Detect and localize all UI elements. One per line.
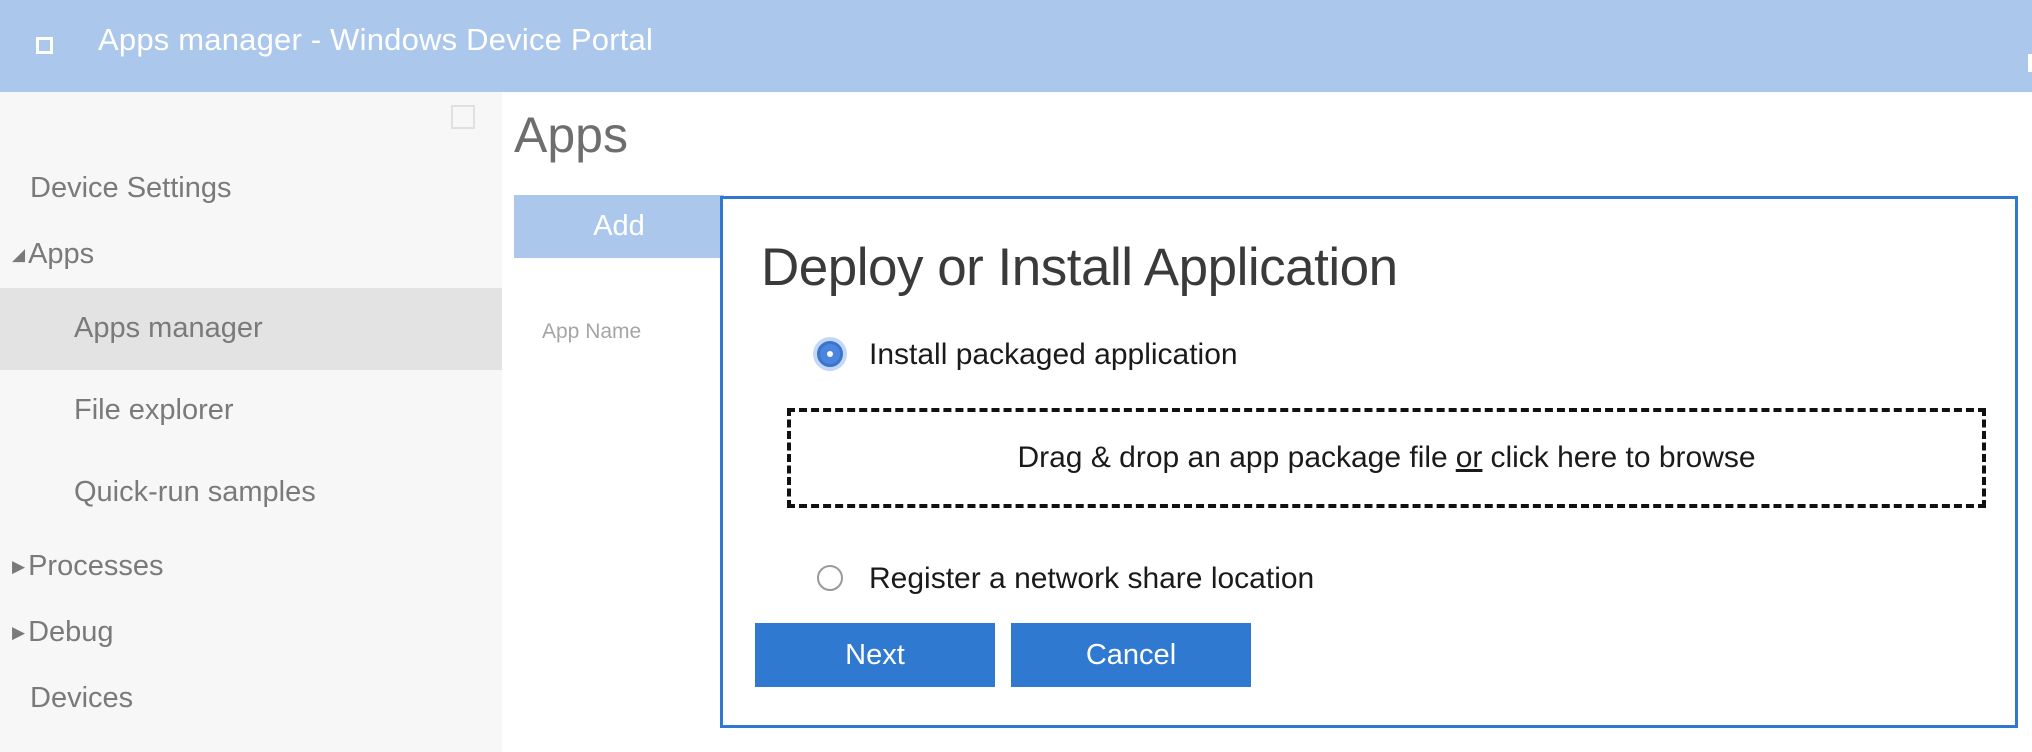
window-title: Apps manager - Windows Device Portal: [98, 22, 654, 57]
cancel-button[interactable]: Cancel: [1011, 623, 1251, 687]
sidebar-item-label: Devices: [30, 682, 134, 714]
sidebar-item-device-settings[interactable]: Device Settings: [30, 172, 232, 205]
sidebar-item-debug[interactable]: ▶ Debug: [12, 616, 114, 649]
sidebar-item-label: Apps: [28, 238, 95, 270]
register-network-share-radio[interactable]: [817, 565, 843, 591]
sidebar-item-label: File explorer: [74, 394, 234, 426]
add-app-button[interactable]: Add: [514, 195, 724, 258]
collapsed-arrow-icon: ▶: [12, 623, 26, 642]
sidebar-item-label: Debug: [28, 616, 114, 648]
register-network-share-label[interactable]: Register a network share location: [869, 562, 1314, 596]
collapsed-arrow-icon: ▶: [12, 557, 26, 576]
dropzone-text-after: click here to browse: [1490, 441, 1756, 474]
scroll-edge-indicator: [2028, 54, 2032, 72]
page-title: Apps: [514, 107, 628, 163]
collapse-toggle-icon[interactable]: [451, 105, 475, 129]
sidebar-item-apps-manager[interactable]: Apps manager: [74, 312, 263, 345]
dropzone-or-link[interactable]: or: [1456, 441, 1483, 475]
sidebar-item-apps[interactable]: ◢ Apps: [12, 238, 94, 271]
sidebar-item-quick-run-samples[interactable]: Quick-run samples: [74, 476, 316, 509]
deploy-install-dialog: Deploy or Install Application Install pa…: [720, 196, 2018, 728]
next-button[interactable]: Next: [755, 623, 995, 687]
sidebar-item-label: Processes: [28, 550, 164, 582]
sidebar-item-label: Quick-run samples: [74, 476, 316, 508]
sidebar-item-processes[interactable]: ▶ Processes: [12, 550, 163, 583]
app-window-icon: [36, 37, 53, 54]
app-name-column-header[interactable]: App Name: [542, 320, 641, 344]
install-packaged-radio[interactable]: [817, 341, 843, 367]
sidebar-item-label: Apps manager: [74, 312, 263, 344]
sidebar-item-label: Device Settings: [30, 172, 232, 204]
install-packaged-label[interactable]: Install packaged application: [869, 338, 1238, 372]
sidebar-item-file-explorer[interactable]: File explorer: [74, 394, 234, 427]
expanded-arrow-icon: ◢: [12, 245, 26, 264]
title-bar: Apps manager - Windows Device Portal: [0, 0, 2032, 92]
package-dropzone[interactable]: Drag & drop an app package file or click…: [787, 408, 1986, 508]
sidebar-item-devices[interactable]: Devices: [30, 682, 133, 715]
dialog-title: Deploy or Install Application: [761, 238, 1398, 297]
dropzone-text-before: Drag & drop an app package file: [1017, 441, 1448, 474]
